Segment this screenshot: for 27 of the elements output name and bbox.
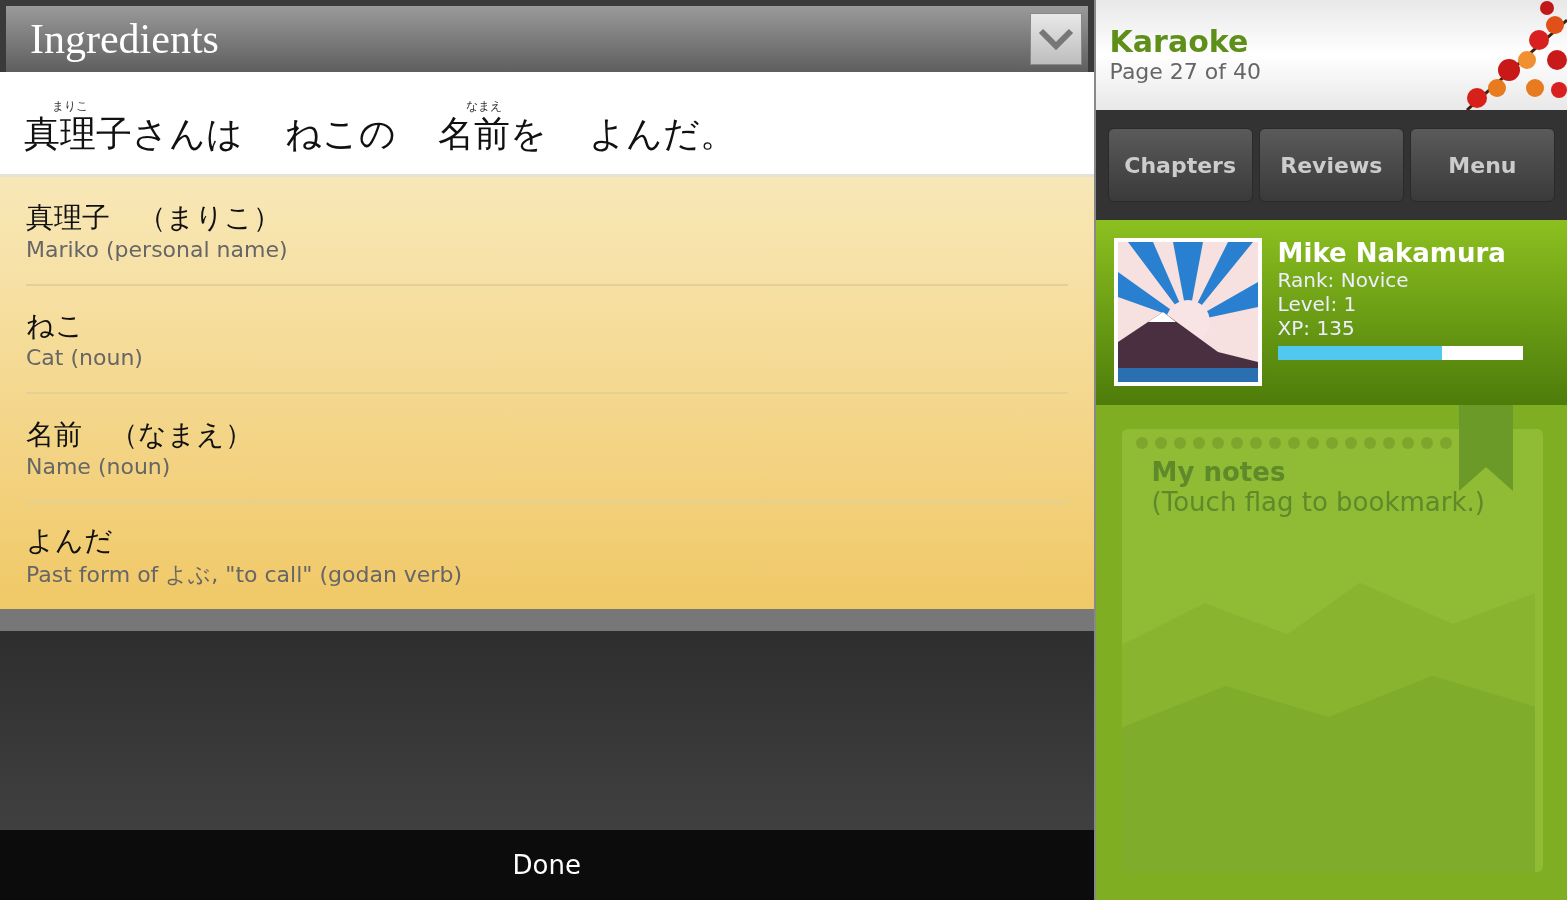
done-button[interactable]: Done (0, 830, 1094, 900)
user-xp: XP: 135 (1277, 316, 1356, 340)
sentence-word[interactable]: 真理子さんは (24, 114, 243, 154)
nav-button[interactable]: Reviews (1258, 128, 1404, 202)
entry-term: よんだ (26, 522, 114, 559)
nav-button[interactable]: Chapters (1107, 128, 1253, 202)
user-rank: Rank: Novice (1277, 268, 1410, 292)
chevron-down-icon (1037, 27, 1074, 51)
furigana: まりこ (51, 98, 88, 115)
entry-meaning: Cat (noun) (26, 345, 144, 371)
entry-meaning: Past form of よぶ, "to call" (godan verb) (26, 560, 463, 589)
entry-term: ねこ (26, 308, 85, 345)
entry-meaning: Name (noun) (26, 453, 172, 479)
user-name: Mike Nakamura (1277, 238, 1507, 268)
sentence-word[interactable]: よんだ。 (589, 114, 736, 154)
page-indicator: Page 27 of 40 (1109, 59, 1263, 84)
entry-term: 名前 （なまえ） (26, 416, 254, 453)
user-level: Level: 1 (1277, 292, 1358, 316)
sentence-word[interactable]: 名前を (438, 114, 547, 154)
dialog-title: Ingredients (30, 15, 219, 63)
entry-meaning: Mariko (personal name) (26, 236, 289, 262)
collapse-button[interactable] (1029, 13, 1082, 65)
nav-button[interactable]: Menu (1409, 128, 1555, 202)
entry-term: 真理子 （まりこ） (26, 199, 282, 236)
furigana: なまえ (465, 98, 502, 115)
book-title: Karaoke (1109, 24, 1250, 59)
sentence-word[interactable]: ねこの (285, 114, 396, 154)
